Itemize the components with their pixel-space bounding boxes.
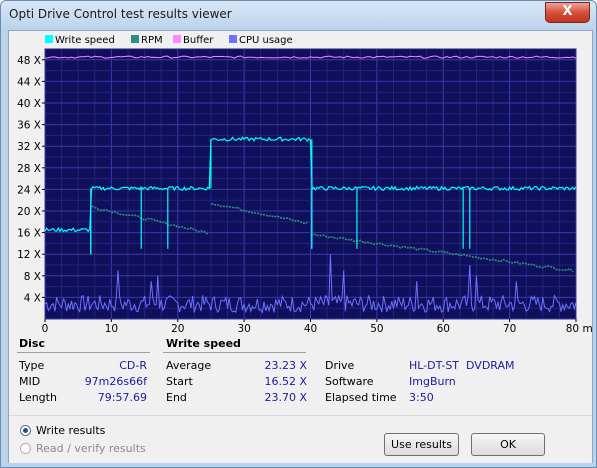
write-results-label: Write results <box>36 424 106 437</box>
disc-type-label: Type <box>19 359 45 372</box>
x-tick-label: 40 <box>304 323 317 333</box>
y-tick-label: 36 X <box>17 120 41 132</box>
end-label: End <box>166 391 187 404</box>
x-tick-label: 20 <box>171 323 184 333</box>
divider <box>163 352 306 353</box>
options-bar: Write results Read / verify results Use … <box>9 415 592 463</box>
legend-label: CPU usage <box>239 35 293 46</box>
y-tick-label: 16 X <box>17 228 41 240</box>
disc-mid-value: 97m26s66f <box>84 375 147 388</box>
y-tick-label: 40 X <box>17 98 41 110</box>
drive-value: HL-DT-ST DVDRAM <box>409 359 515 372</box>
legend-label: Write speed <box>55 35 115 46</box>
legend-swatch <box>45 35 53 43</box>
disc-header: Disc <box>19 337 45 350</box>
y-tick-label: 44 X <box>17 76 41 88</box>
start-value: 16.52 X <box>264 375 307 388</box>
y-tick-label: 28 X <box>17 163 41 175</box>
legend-swatch <box>131 35 139 43</box>
close-button[interactable]: X <box>545 2 590 23</box>
window-title: Opti Drive Control test results viewer <box>9 7 232 21</box>
legend-swatch <box>229 35 237 43</box>
legend-label: Buffer <box>183 35 214 46</box>
y-tick-label: 32 X <box>17 141 41 153</box>
x-tick-label: 10 <box>105 323 118 333</box>
legend-swatch <box>173 35 181 43</box>
software-label: Software <box>325 375 374 388</box>
y-tick-label: 12 X <box>17 249 41 261</box>
app-window: Opti Drive Control test results viewer X… <box>0 0 597 468</box>
disc-length-label: Length <box>19 391 57 404</box>
x-tick-label: 0 <box>42 323 49 333</box>
x-tick-label: 70 <box>503 323 516 333</box>
read-verify-radio <box>20 443 31 454</box>
x-tick-label: 30 <box>237 323 250 333</box>
chart-legend: Write speed RPM Buffer CPU usage <box>45 35 293 46</box>
end-value: 23.70 X <box>264 391 307 404</box>
disc-length-value: 79:57.69 <box>97 391 147 404</box>
elapsed-time-label: Elapsed time <box>325 391 397 404</box>
results-chart: Write speed RPM Buffer CPU usage 4 X 8 X 12 X… <box>17 35 592 333</box>
elapsed-time-value: 3:50 <box>409 391 434 404</box>
start-label: Start <box>166 375 193 388</box>
x-tick-label: 80 min <box>566 323 592 333</box>
write-results-option[interactable]: Write results <box>20 424 105 437</box>
x-tick-label: 60 <box>437 323 450 333</box>
disc-type-value: CD-R <box>119 359 147 372</box>
legend-label: RPM <box>141 35 163 46</box>
client-area: Write speed RPM Buffer CPU usage 4 X 8 X 12 X… <box>8 30 593 463</box>
write-speed-header: Write speed <box>166 337 241 350</box>
x-axis: 0 10 20 30 40 50 60 70 80 min <box>42 319 592 333</box>
divider <box>17 352 150 353</box>
y-tick-label: 48 X <box>17 55 41 67</box>
read-verify-option: Read / verify results <box>20 442 146 455</box>
y-tick-label: 8 X <box>24 271 41 283</box>
ok-button[interactable]: OK <box>471 433 545 456</box>
use-results-button[interactable]: Use results <box>384 433 459 456</box>
average-label: Average <box>166 359 212 372</box>
read-verify-label: Read / verify results <box>36 442 146 455</box>
software-value: ImgBurn <box>409 375 456 388</box>
disc-mid-label: MID <box>19 375 41 388</box>
y-tick-label: 24 X <box>17 184 41 196</box>
stats-panel: Disc Type CD-R MID 97m26s66f Length 79:5… <box>9 333 592 413</box>
x-tick-label: 50 <box>370 323 383 333</box>
drive-label: Drive <box>325 359 355 372</box>
title-bar[interactable]: Opti Drive Control test results viewer X <box>1 1 596 29</box>
average-value: 23.23 X <box>264 359 307 372</box>
y-tick-label: 20 X <box>17 206 41 218</box>
y-tick-label: 4 X <box>24 292 41 304</box>
y-axis: 4 X 8 X 12 X 16 X 20 X 24 X 28 X 32 X 36 X 40 X 44… <box>17 55 45 304</box>
write-results-radio[interactable] <box>20 425 31 436</box>
